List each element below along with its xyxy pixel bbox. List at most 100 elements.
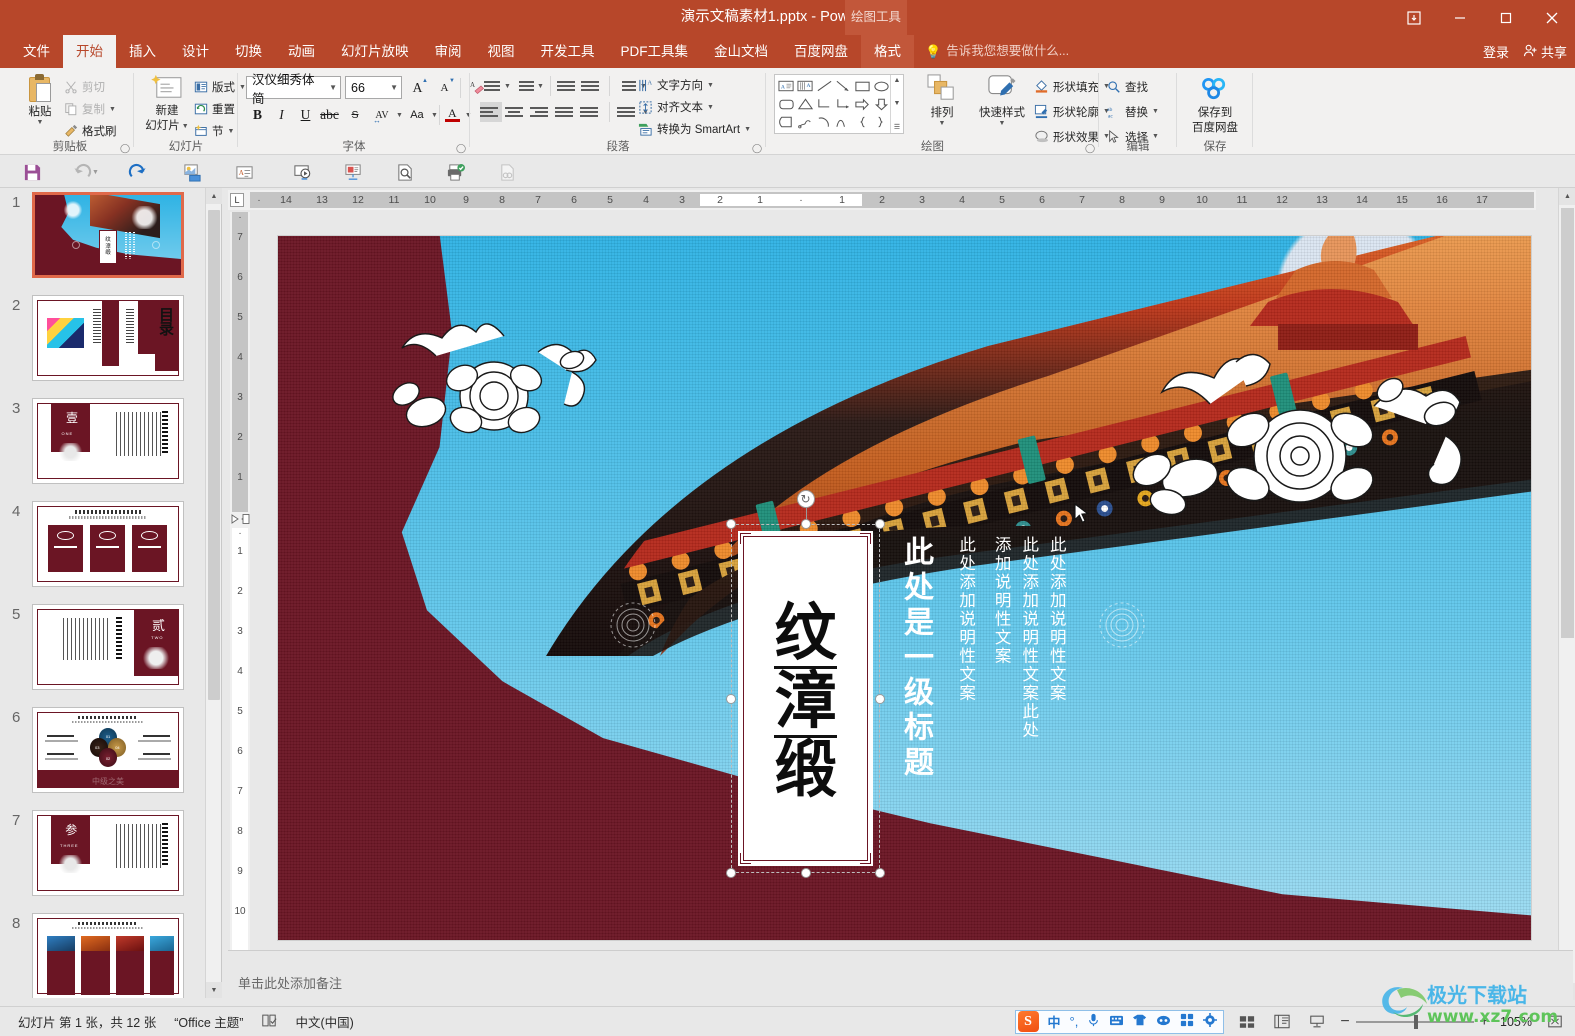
resize-handle-sw[interactable] xyxy=(726,868,736,878)
zoom-level-label[interactable]: 105% xyxy=(1500,1015,1532,1029)
spellcheck-icon[interactable] xyxy=(261,1013,277,1031)
character-spacing-button[interactable]: AV ↔ xyxy=(369,104,395,126)
tab-insert[interactable]: 插入 xyxy=(116,35,169,68)
chevron-down-icon[interactable]: ▼ xyxy=(744,126,751,133)
chevron-down-icon[interactable]: ▼ xyxy=(1152,108,1159,115)
resize-handle-ne[interactable] xyxy=(875,519,885,529)
resize-handle-n[interactable] xyxy=(800,519,811,529)
share-button[interactable]: 共享 xyxy=(1523,42,1567,61)
sign-in-link[interactable]: 登录 xyxy=(1483,42,1509,61)
soft-keyboard-icon[interactable] xyxy=(1109,1014,1124,1030)
arc-shape-icon[interactable] xyxy=(816,115,833,132)
tab-view[interactable]: 视图 xyxy=(475,35,528,68)
vertical-ruler[interactable]: · 7 6 5 4 3 2 1 · 1 2 3 4 5 6 7 8 9 10 xyxy=(230,212,250,950)
font-color-icon[interactable]: A xyxy=(441,104,464,126)
slide-counter[interactable]: 幻灯片 第 1 张，共 12 张 xyxy=(18,1012,156,1031)
arrow-shape-icon[interactable] xyxy=(835,79,852,96)
textbox-shape-icon[interactable]: A xyxy=(778,79,795,96)
ribbon-display-options-icon[interactable] xyxy=(1391,0,1437,35)
language-indicator[interactable]: 中文(中国) xyxy=(295,1012,353,1031)
quick-styles-button[interactable]: 快速样式 ▼ xyxy=(971,74,1033,127)
numbering-icon[interactable] xyxy=(513,76,535,96)
shapes-row[interactable]: A A xyxy=(778,78,900,96)
slide-thumbnail[interactable]: 目录 xyxy=(32,295,184,381)
resize-handle-nw[interactable] xyxy=(726,519,736,529)
chevron-down-icon[interactable]: ▼ xyxy=(396,112,403,119)
rotate-handle-icon[interactable]: ↻ xyxy=(796,490,815,508)
paste-button[interactable]: 粘贴 ▼ xyxy=(14,74,66,126)
toolbox-icon[interactable] xyxy=(1180,1013,1194,1030)
zoom-track[interactable] xyxy=(1355,1014,1474,1029)
shrink-font-button[interactable]: A ▼ xyxy=(433,77,456,99)
scrollbar-thumb[interactable] xyxy=(208,210,220,700)
tab-file[interactable]: 文件 xyxy=(10,35,63,68)
italic-button[interactable]: I xyxy=(270,104,293,126)
reading-view-icon[interactable] xyxy=(1305,1011,1329,1033)
grow-font-button[interactable]: A ▲ xyxy=(406,77,429,99)
tab-transitions[interactable]: 切换 xyxy=(222,35,275,68)
more-shapes-icon[interactable]: ☰ xyxy=(894,123,900,131)
thumbnail-scrollbar[interactable]: ▲ ▼ xyxy=(205,188,222,998)
copy-button[interactable]: 复制 ▼ xyxy=(64,98,117,120)
horizontal-ruler[interactable]: L · 14 13 12 11 10 9 8 7 6 5 4 3 2 1 · 1… xyxy=(228,190,1536,210)
find-button[interactable]: 查找 xyxy=(1107,74,1159,99)
rectangle-shape-icon[interactable] xyxy=(854,79,871,96)
slide-thumbnail[interactable]: 贰 TWO xyxy=(32,604,184,690)
insert-textbox-icon[interactable]: A xyxy=(232,160,256,184)
print-icon[interactable] xyxy=(443,160,467,184)
chevron-down-icon[interactable]: ▼ xyxy=(707,82,714,89)
underline-button[interactable]: U xyxy=(294,104,317,126)
paragraph-dialog-launcher[interactable]: ◯ xyxy=(752,143,762,153)
right-brace-shape-icon[interactable] xyxy=(873,115,890,132)
shapes-row[interactable] xyxy=(778,114,900,132)
change-case-button[interactable]: Aa xyxy=(404,104,430,126)
zoom-in-button[interactable]: + xyxy=(1480,1013,1489,1031)
resize-handle-s[interactable] xyxy=(800,868,811,878)
chevron-down-icon[interactable]: ▼ xyxy=(325,83,337,92)
undo-icon[interactable] xyxy=(70,160,94,184)
tab-design[interactable]: 设计 xyxy=(169,35,222,68)
chevron-down-icon[interactable]: ▼ xyxy=(92,169,99,176)
triangle-shape-icon[interactable] xyxy=(797,97,814,114)
tab-kingsoft-docs[interactable]: 金山文档 xyxy=(701,35,781,68)
align-center-icon[interactable] xyxy=(505,102,527,122)
tab-slideshow[interactable]: 幻灯片放映 xyxy=(328,35,422,68)
tab-review[interactable]: 审阅 xyxy=(422,35,475,68)
increase-indent-icon[interactable] xyxy=(580,76,603,96)
curve-shape-icon[interactable] xyxy=(835,115,852,132)
resize-handle-se[interactable] xyxy=(875,868,885,878)
new-slide-button[interactable]: 新建 幻灯片 ▼ xyxy=(140,74,194,133)
vertical-textbox-shape-icon[interactable]: A xyxy=(797,79,814,96)
notes-pane[interactable]: 单击此处添加备注 xyxy=(228,950,1573,1002)
line-shape-icon[interactable] xyxy=(816,79,833,96)
down-arrow-shape-icon[interactable] xyxy=(873,97,890,114)
slide-thumbnail[interactable] xyxy=(32,913,184,998)
minimize-icon[interactable] xyxy=(1437,0,1483,35)
font-size-combo[interactable]: 66 ▼ xyxy=(345,76,402,99)
right-arrow-shape-icon[interactable] xyxy=(854,97,871,114)
arrange-button[interactable]: 排列 ▼ xyxy=(916,74,968,127)
scroll-down-icon[interactable]: ▼ xyxy=(206,982,222,998)
slide-thumbnail[interactable]: 壹 ONE xyxy=(32,398,184,484)
tell-me-box[interactable]: 💡 告诉我您想要做什么... xyxy=(925,35,1069,68)
slide-editing-canvas[interactable]: 纹 漳 缎 ↻ 此处添加说明性文案 此处添加说明性文案此处 添加说明性文案 此处… xyxy=(252,212,1542,950)
scroll-up-icon[interactable]: ▲ xyxy=(1559,188,1575,205)
align-left-icon[interactable] xyxy=(480,102,502,122)
freeform-shape-icon[interactable] xyxy=(797,115,814,132)
zoom-out-button[interactable]: − xyxy=(1340,1013,1349,1031)
justify-icon[interactable] xyxy=(555,102,577,122)
drawing-dialog-launcher[interactable]: ◯ xyxy=(1085,143,1095,153)
save-icon[interactable] xyxy=(20,160,44,184)
restore-icon[interactable] xyxy=(1483,0,1529,35)
strikethrough-button[interactable]: S xyxy=(342,104,368,126)
vertical-body-text[interactable]: 此处添加说明性文案 此处添加说明性文案此处 添加说明性文案 此处添加说明性文案 … xyxy=(893,536,1069,836)
chevron-down-icon[interactable]: ▼ xyxy=(109,106,116,113)
chevron-down-icon[interactable]: ▼ xyxy=(999,120,1006,127)
chevron-down-icon[interactable]: ▼ xyxy=(386,83,398,92)
chevron-up-icon[interactable]: ▲ xyxy=(894,77,901,84)
canvas-vertical-scrollbar[interactable]: ▲ ▼ xyxy=(1558,188,1575,1000)
resize-handle-e[interactable] xyxy=(875,693,885,704)
tab-animations[interactable]: 动画 xyxy=(275,35,328,68)
shapes-gallery[interactable]: A A ▲ ▼ ☰ xyxy=(774,74,904,134)
slide-thumbnail[interactable]: 纹漳缎 xyxy=(32,192,184,278)
